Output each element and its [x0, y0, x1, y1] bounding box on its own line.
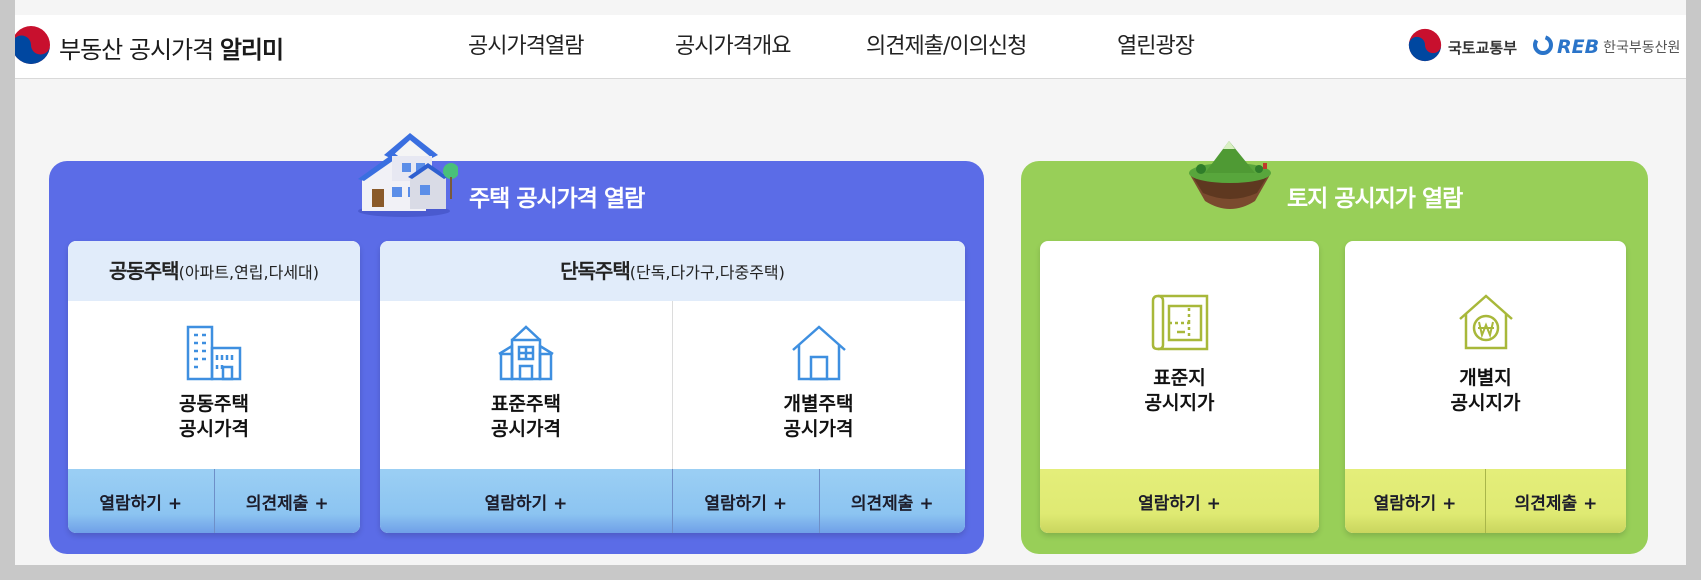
site-header: 부동산 공시가격 알리미 공시가격열람 공시가격개요 의견제출/이의신청 열린광…: [15, 15, 1686, 79]
land-map-icon: [1149, 293, 1211, 355]
apartment-item-label: 공동주택 공시가격: [179, 393, 249, 440]
apartment-card: 공동주택(아파트,연립,다세대) 공동주택 공시가격 열람하기 + 의견제출 +: [68, 241, 360, 533]
individual-land-view-button[interactable]: 열람하기 +: [1345, 469, 1485, 533]
standard-land-card: 표준지 공시지가 열람하기 +: [1040, 241, 1319, 533]
standard-land-item[interactable]: 표준지 공시지가: [1040, 241, 1319, 469]
detached-house-card: 단독주택(단독,다가구,다중주택) 표준주택 공시가격 개별주택 공시가격 열람…: [380, 241, 965, 533]
multi-story-house-icon: [495, 324, 557, 386]
reb-name: 한국부동산원: [1603, 40, 1681, 56]
standard-land-view-button[interactable]: 열람하기 +: [1040, 469, 1319, 533]
apartment-card-title: 공동주택: [108, 259, 180, 283]
reb-logo[interactable]: REB 한국부동산원: [1533, 15, 1680, 79]
individual-land-item-label: 개별지 공시지가: [1450, 367, 1521, 414]
individual-house-item-label: 개별주택 공시가격: [783, 393, 854, 440]
individual-land-opinion-button[interactable]: 의견제출 +: [1485, 469, 1626, 533]
individual-house-opinion-button[interactable]: 의견제출 +: [818, 469, 966, 533]
individual-house-view-button[interactable]: 열람하기 +: [672, 469, 819, 533]
won-house-icon: [1457, 293, 1515, 355]
individual-land-item[interactable]: 개별지 공시지가: [1345, 241, 1626, 469]
individual-house-item[interactable]: 개별주택 공시가격: [672, 301, 965, 469]
land-panel-title: 토지 공시지가 열람: [1287, 186, 1463, 212]
nav-open-square[interactable]: 열린광장: [1117, 15, 1195, 79]
apartment-building-icon: [185, 324, 243, 386]
house-panel-title: 주택 공시가격 열람: [469, 186, 645, 212]
ministry-name: 국토교통부: [1448, 38, 1518, 57]
detached-card-title: 단독주택: [560, 259, 631, 283]
detached-card-subtitle: (단독,다가구,다중주택): [629, 263, 785, 282]
site-logo[interactable]: 부동산 공시가격 알리미: [15, 15, 284, 79]
apartment-view-button[interactable]: 열람하기 +: [68, 469, 214, 533]
house-illustration-icon: [354, 127, 459, 223]
standard-house-item-label: 표준주택 공시가격: [491, 393, 561, 440]
standard-land-item-label: 표준지 공시지가: [1144, 367, 1215, 414]
site-logo-text: 부동산 공시가격 알리미: [59, 35, 284, 64]
apartment-card-header: 공동주택(아파트,연립,다세대): [68, 241, 360, 301]
apartment-card-footer: 열람하기 + 의견제출 +: [68, 469, 360, 533]
house-outline-icon: [790, 324, 848, 386]
nav-price-overview[interactable]: 공시가격개요: [675, 15, 791, 79]
apartment-item[interactable]: 공동주택 공시가격: [68, 301, 360, 469]
standard-land-card-footer: 열람하기 +: [1040, 469, 1319, 533]
standard-house-item[interactable]: 표준주택 공시가격: [380, 301, 672, 469]
apartment-card-subtitle: (아파트,연립,다세대): [178, 263, 320, 282]
nav-opinion-objection[interactable]: 의견제출/이의신청: [866, 15, 1027, 79]
individual-land-card: 개별지 공시지가 열람하기 + 의견제출 +: [1345, 241, 1626, 533]
detached-card-footer: 열람하기 + 열람하기 + 의견제출 +: [380, 469, 965, 533]
house-price-panel: 주택 공시가격 열람 공동주택(아파트,연립,다세대) 공동주택 공시가격 열람…: [49, 133, 984, 554]
reb-mark: REB: [1557, 36, 1600, 58]
reb-swirl-icon: [1533, 35, 1553, 59]
nav-price-view[interactable]: 공시가격열람: [468, 15, 584, 79]
land-price-panel: 토지 공시지가 열람 표준지 공시지가 열람하기 + 개별지 공시지가 열람하기…: [1021, 141, 1648, 554]
individual-land-card-footer: 열람하기 + 의견제출 +: [1345, 469, 1626, 533]
taegeuk-icon: [1408, 28, 1442, 66]
ministry-logo[interactable]: 국토교통부: [1408, 15, 1517, 79]
detached-card-header: 단독주택(단독,다가구,다중주택): [380, 241, 965, 301]
floating-island-icon: [1183, 133, 1277, 221]
taegeuk-logo-icon: [15, 25, 51, 69]
apartment-opinion-button[interactable]: 의견제출 +: [213, 469, 361, 533]
standard-house-view-button[interactable]: 열람하기 +: [380, 469, 672, 533]
page: 부동산 공시가격 알리미 공시가격열람 공시가격개요 의견제출/이의신청 열린광…: [15, 0, 1686, 565]
